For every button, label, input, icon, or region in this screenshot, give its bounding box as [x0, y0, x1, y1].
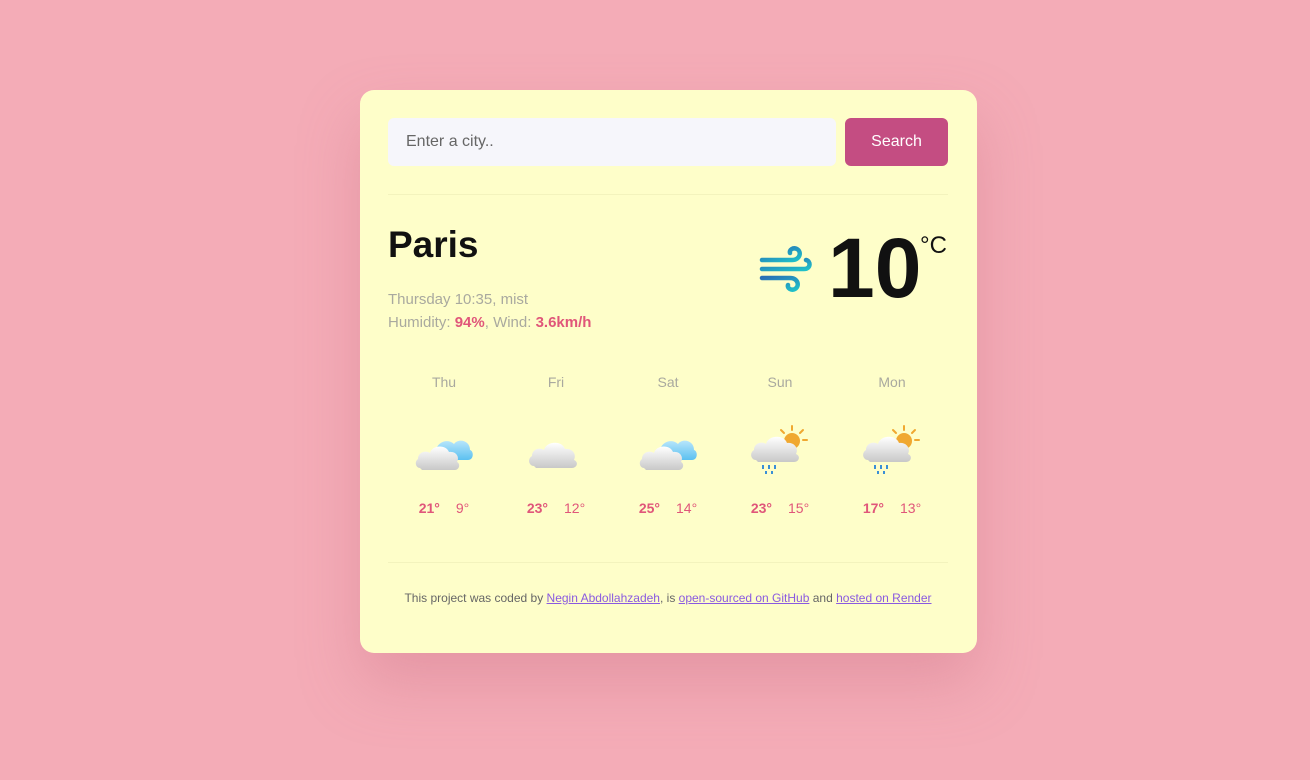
forecast: Thu 21° 9° Fri 23° 12° Sat 25° 14° Sun 2…: [388, 374, 948, 534]
humidity-value: 94%: [454, 314, 485, 331]
forecast-temps: 21° 9°: [388, 500, 500, 516]
forecast-day: Sat 25° 14°: [612, 374, 724, 516]
forecast-min: 12°: [564, 500, 586, 516]
city-search-input[interactable]: [388, 118, 836, 166]
datetime: Thursday 10:35: [388, 291, 493, 308]
hosting-link[interactable]: hosted on Render: [836, 591, 931, 605]
cloudy-blue-icon: [639, 440, 697, 470]
weather-card: Search Paris Thursday 10:35, mist Humidi…: [360, 90, 977, 653]
city-name: Paris: [388, 224, 479, 265]
forecast-max: 25°: [638, 500, 660, 516]
github-link[interactable]: open-sourced on GitHub: [679, 591, 810, 605]
footer-prefix: This project was coded by: [404, 591, 547, 605]
wind-value: 3.6km/h: [535, 314, 592, 331]
footer-text: and: [809, 591, 837, 605]
forecast-day-name: Thu: [431, 374, 457, 390]
weather-details: Thursday 10:35, mist Humidity: 94%, Wind…: [388, 288, 591, 334]
datetime-description: Thursday 10:35, mist: [388, 291, 529, 308]
forecast-max: 17°: [862, 500, 884, 516]
sun-rain-icon: [751, 425, 808, 474]
forecast-max: 21°: [418, 500, 440, 516]
cloud-icon: [529, 442, 577, 468]
weather-description: mist: [500, 291, 529, 308]
temperature-unit: °C: [920, 232, 947, 259]
forecast-min: 9°: [455, 500, 470, 516]
divider: [388, 194, 948, 195]
forecast-day: Fri 23° 12°: [500, 374, 612, 516]
forecast-max: 23°: [526, 500, 548, 516]
forecast-temps: 23° 12°: [500, 500, 612, 516]
wind-icon: [759, 246, 812, 292]
forecast-min: 15°: [788, 500, 810, 516]
forecast-min: 14°: [676, 500, 698, 516]
forecast-temps: 25° 14°: [612, 500, 724, 516]
forecast-day-name: Sat: [657, 374, 679, 390]
footer-text: , is: [659, 591, 679, 605]
forecast-day-name: Fri: [547, 374, 565, 390]
forecast-day-name: Sun: [767, 374, 793, 390]
forecast-temps: 23° 15°: [724, 500, 836, 516]
author-link[interactable]: Negin Abdollahzadeh: [547, 591, 660, 605]
forecast-day: Sun 23° 15°: [724, 374, 836, 516]
footer: This project was coded by Negin Abdollah…: [388, 590, 948, 607]
sun-rain-icon: [863, 425, 920, 474]
forecast-min: 13°: [900, 500, 922, 516]
search-button[interactable]: Search: [845, 118, 948, 166]
forecast-day-name: Mon: [878, 374, 906, 390]
wind-label: Wind:: [493, 314, 536, 331]
temperature-value: 10: [828, 221, 922, 315]
forecast-max: 23°: [750, 500, 772, 516]
cloudy-blue-icon: [415, 440, 473, 470]
forecast-temps: 17° 13°: [836, 500, 948, 516]
humidity-label: Humidity:: [388, 314, 455, 331]
divider: [388, 562, 948, 563]
forecast-day: Thu 21° 9°: [388, 374, 500, 516]
humidity-wind: Humidity: 94%, Wind: 3.6km/h: [388, 314, 592, 331]
forecast-day: Mon 17° 13°: [836, 374, 948, 516]
